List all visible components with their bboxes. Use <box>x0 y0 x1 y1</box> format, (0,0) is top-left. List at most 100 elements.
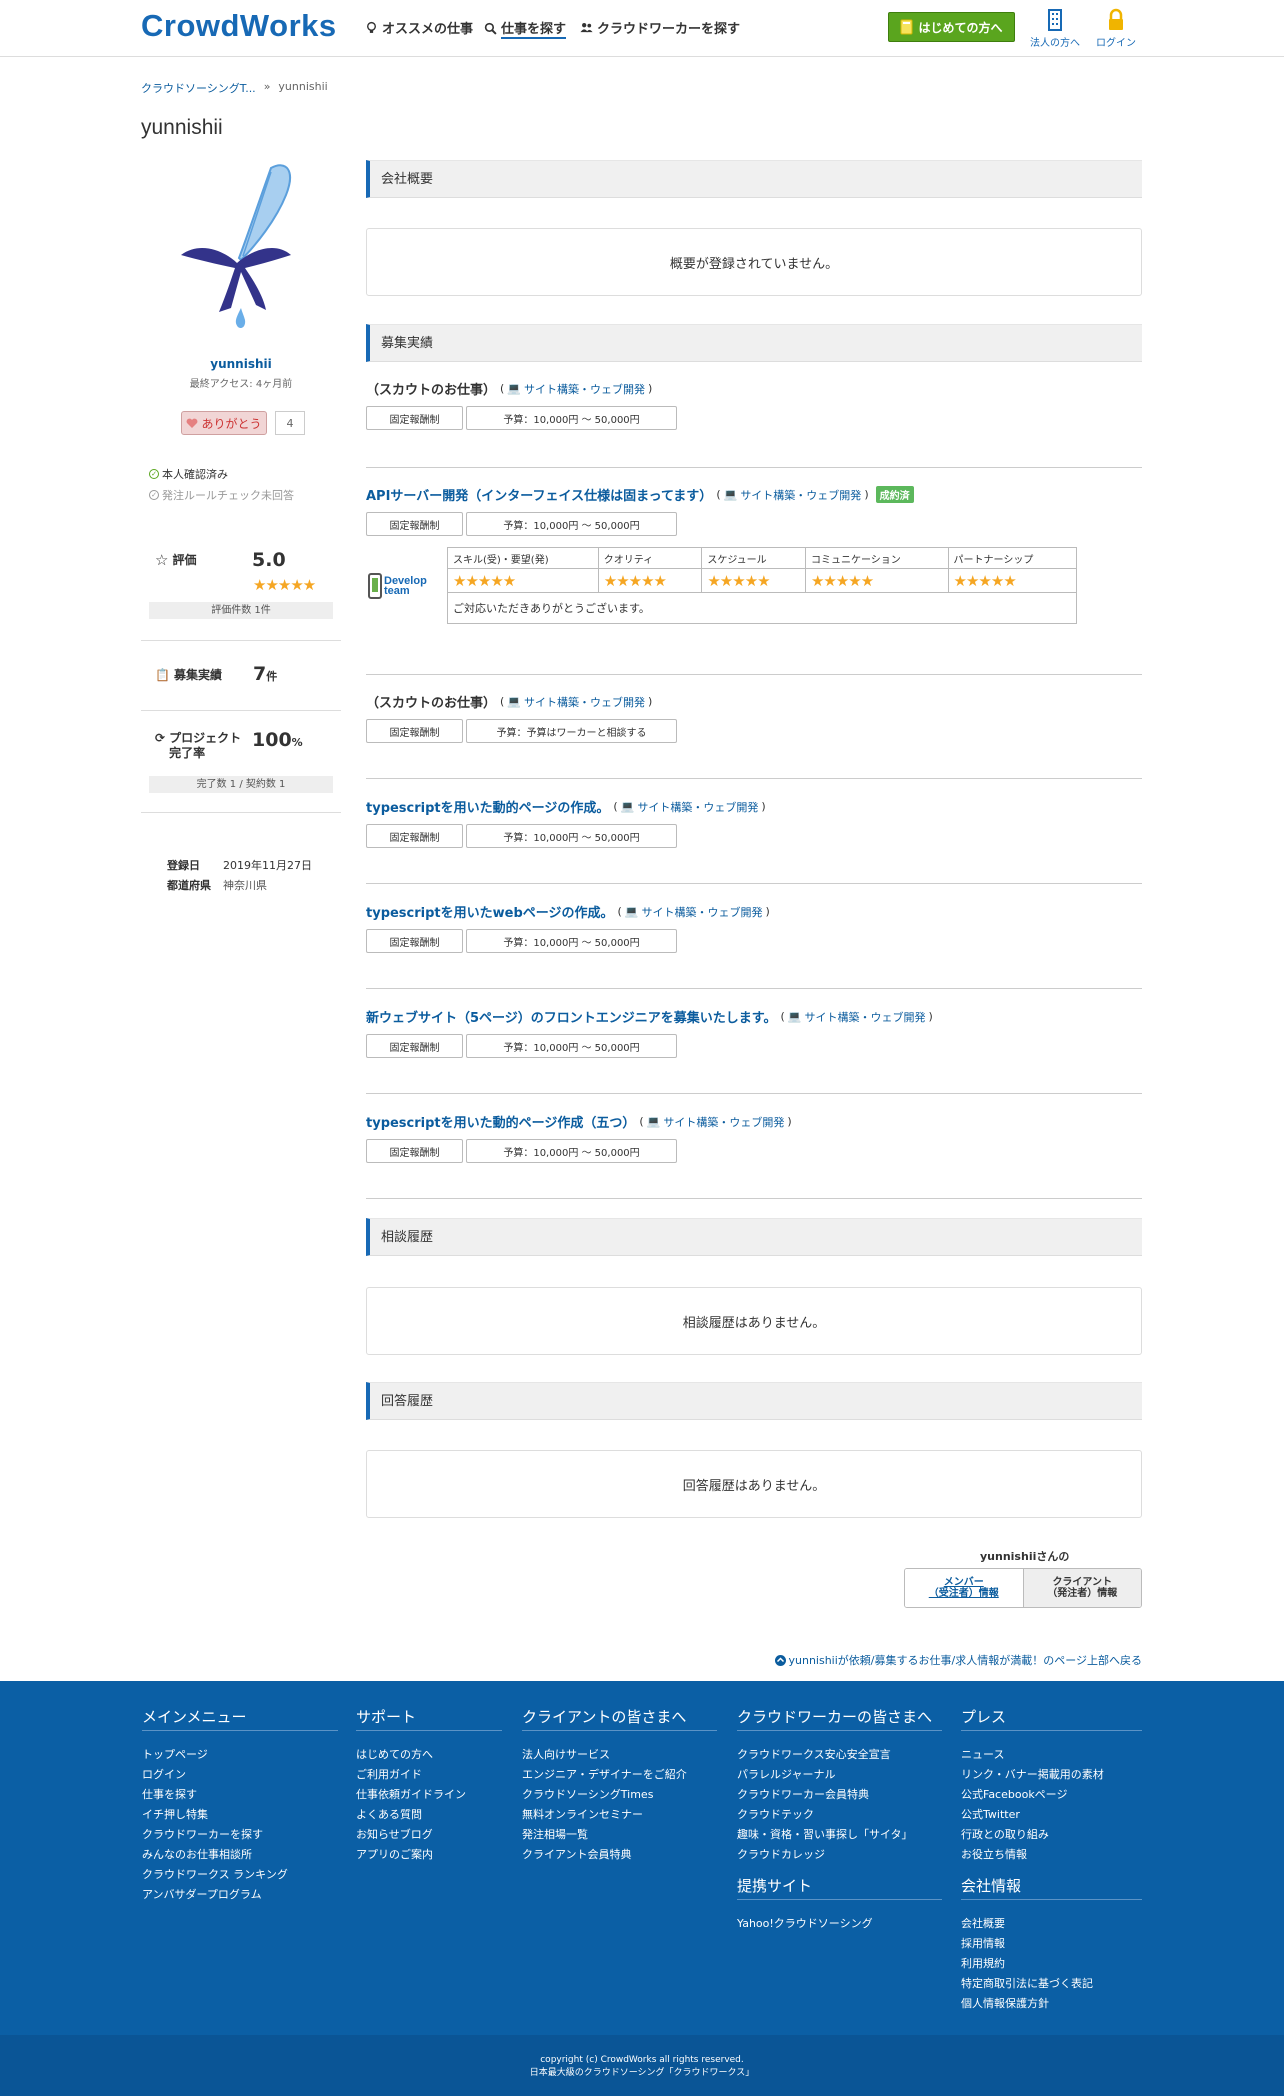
footer-link[interactable]: ニュース <box>961 1745 1142 1765</box>
footer-link[interactable]: 会社概要 <box>961 1914 1142 1934</box>
nav-recommended[interactable]: オススメの仕事 <box>365 18 473 37</box>
footer-link[interactable]: クラウドワークス ランキング <box>142 1865 338 1885</box>
footer-link[interactable]: 行政との取り組み <box>961 1825 1142 1845</box>
thanks-button[interactable]: ありがとう <box>181 411 267 435</box>
divider <box>366 674 1142 675</box>
job-category[interactable]: (💻 サイト構築・ウェブ開発) <box>500 381 652 397</box>
profile-name[interactable]: yunnishii <box>141 357 341 371</box>
job-item: typescriptを用いたwebページの作成。 (💻 サイト構築・ウェブ開発) … <box>366 902 1142 953</box>
section-consult-header: 相談履歴 <box>366 1218 1142 1256</box>
footer-link[interactable]: 仕事を探す <box>142 1785 338 1805</box>
rating-count: 評価件数 1件 <box>149 602 333 619</box>
divider <box>141 640 341 641</box>
nav-find-workers-label: クラウドワーカーを探す <box>597 22 741 37</box>
footer-heading: 提携サイト <box>737 1875 942 1900</box>
footer-link[interactable]: はじめての方へ <box>356 1745 502 1765</box>
job-category[interactable]: (💻 サイト構築・ウェブ開発) <box>716 487 868 503</box>
job-budget: 予算：予算はワーカーと相談する <box>466 719 677 743</box>
footer-bottom: copyright (c) CrowdWorks all rights rese… <box>0 2035 1284 2096</box>
job-category[interactable]: (💻 サイト構築・ウェブ開発) <box>500 694 652 710</box>
footer-link[interactable]: クラウドワークス安心安全宣言 <box>737 1745 942 1765</box>
tab-client-info[interactable]: クライアント （発注者）情報 <box>1023 1569 1141 1607</box>
job-title[interactable]: typescriptを用いたwebページの作成。 (💻 サイト構築・ウェブ開発) <box>366 902 1142 921</box>
nav-recommended-label: オススメの仕事 <box>382 22 474 37</box>
site-header: CrowdWorks オススメの仕事 仕事を探す クラウドワーカーを探す はじめ… <box>0 0 1284 57</box>
tab-member-info[interactable]: メンバー （受注者）情報 <box>905 1569 1024 1607</box>
job-tags: 固定報酬制 予算：10,000円 〜 50,000円 <box>366 406 1142 430</box>
job-type: 固定報酬制 <box>366 406 463 430</box>
footer-link[interactable]: みんなのお仕事相談所 <box>142 1845 338 1865</box>
review-header: スケジュール <box>701 547 806 569</box>
footer-link[interactable]: エンジニア・デザイナーをご紹介 <box>522 1765 717 1785</box>
thanks-count: 4 <box>275 411 305 435</box>
registered-date: 登録日 2019年11月27日 <box>167 857 312 873</box>
back-to-top-link[interactable]: yunnishiiが依頼/募集するお仕事/求人情報が満載！のページ上部へ戻る <box>774 1652 1142 1668</box>
job-budget: 予算：10,000円 〜 50,000円 <box>466 929 677 953</box>
rating-value: 5.0 <box>252 549 286 571</box>
lock-icon <box>1109 8 1123 30</box>
corporate-label: 法人の方へ <box>1030 38 1080 49</box>
footer-company: 会社情報 会社概要 採用情報 利用規約 特定商取引法に基づく表記 個人情報保護方… <box>961 1875 1142 2014</box>
divider <box>366 1093 1142 1094</box>
footer-link[interactable]: 趣味・資格・習い事探し「サイタ」 <box>737 1825 942 1845</box>
job-title[interactable]: APIサーバー開発（インターフェイス仕様は固まってます） (💻 サイト構築・ウェブ… <box>366 485 1142 504</box>
job-type: 固定報酬制 <box>366 1034 463 1058</box>
nav-find-workers[interactable]: クラウドワーカーを探す <box>580 18 740 37</box>
review-table: スキル(受)・要望(発) クオリティ スケジュール コミュニケーション パートナ… <box>447 547 1078 624</box>
footer-link[interactable]: クラウドワーカー会員特典 <box>737 1785 942 1805</box>
footer-link[interactable]: リンク・バナー掲載用の素材 <box>961 1765 1142 1785</box>
footer-link[interactable]: イチ押し特集 <box>142 1805 338 1825</box>
footer-link[interactable]: クラウドカレッジ <box>737 1845 942 1865</box>
divider <box>366 988 1142 989</box>
footer-link[interactable]: クライアント会員特典 <box>522 1845 717 1865</box>
prefecture-value: 神奈川県 <box>223 879 267 892</box>
footer-link[interactable]: アプリのご案内 <box>356 1845 502 1865</box>
footer-link[interactable]: お役立ち情報 <box>961 1845 1142 1865</box>
footer-link[interactable]: 法人向けサービス <box>522 1745 717 1765</box>
job-category[interactable]: (💻 サイト構築・ウェブ開発) <box>613 799 765 815</box>
footer-link[interactable]: 無料オンラインセミナー <box>522 1805 717 1825</box>
footer-link[interactable]: ご利用ガイド <box>356 1765 502 1785</box>
footer-link[interactable]: 特定商取引法に基づく表記 <box>961 1974 1142 1994</box>
breadcrumb: クラウドソーシングT... » yunnishii <box>141 80 328 96</box>
contracted-badge: 成約済 <box>875 486 914 503</box>
footer-link[interactable]: Yahoo!クラウドソーシング <box>737 1914 942 1934</box>
footer-link[interactable]: 個人情報保護方針 <box>961 1994 1142 2014</box>
job-review: Develop team スキル(受)・要望(発) クオリティ スケジュール コミ… <box>366 547 1142 643</box>
footer-link[interactable]: クラウドワーカーを探す <box>142 1825 338 1845</box>
footer-link[interactable]: 発注相場一覧 <box>522 1825 717 1845</box>
footer-link[interactable]: 公式Facebookページ <box>961 1785 1142 1805</box>
nav-find-jobs-label: 仕事を探す <box>501 18 567 39</box>
job-title[interactable]: 新ウェブサイト（5ページ）のフロントエンジニアを募集いたします。 (💻 サイト構築… <box>366 1007 1142 1026</box>
answer-empty: 回答履歴はありません。 <box>366 1450 1142 1518</box>
job-category[interactable]: (💻 サイト構築・ウェブ開発) <box>639 1114 791 1130</box>
footer-link[interactable]: ログイン <box>142 1765 338 1785</box>
laptop-icon: 💻 <box>646 1115 661 1128</box>
job-category[interactable]: (💻 サイト構築・ウェブ開発) <box>618 904 770 920</box>
footer-link[interactable]: 利用規約 <box>961 1954 1142 1974</box>
footer-link[interactable]: お知らせブログ <box>356 1825 502 1845</box>
job-title[interactable]: typescriptを用いた動的ページの作成。 (💻 サイト構築・ウェブ開発) <box>366 797 1142 816</box>
footer-link[interactable]: トップページ <box>142 1745 338 1765</box>
footer-link[interactable]: パラレルジャーナル <box>737 1765 942 1785</box>
footer-link[interactable]: よくある質問 <box>356 1805 502 1825</box>
job-category[interactable]: (💻 サイト構築・ウェブ開発) <box>781 1009 933 1025</box>
footer-link[interactable]: クラウドソーシングTimes <box>522 1785 717 1805</box>
footer-link[interactable]: 仕事依頼ガイドライン <box>356 1785 502 1805</box>
nav-find-jobs[interactable]: 仕事を探す <box>484 18 567 39</box>
job-title[interactable]: typescriptを用いた動的ページ作成（五つ） (💻 サイト構築・ウェブ開発) <box>366 1112 1142 1131</box>
footer-link[interactable]: クラウドテック <box>737 1805 942 1825</box>
start-guide-button[interactable]: はじめての方へ <box>888 12 1015 42</box>
avatar[interactable] <box>171 160 311 345</box>
crowdworks-logo[interactable]: CrowdWorks <box>141 8 337 44</box>
job-title: （スカウトのお仕事） (💻 サイト構築・ウェブ開発) <box>366 381 653 398</box>
login-link[interactable]: ログイン <box>1096 8 1136 49</box>
identity-verified-label: 本人確認済み <box>162 468 228 481</box>
footer-link[interactable]: 公式Twitter <box>961 1805 1142 1825</box>
prefecture: 都道府県 神奈川県 <box>167 877 267 893</box>
breadcrumb-root[interactable]: クラウドソーシングT... <box>141 80 256 96</box>
corporate-link[interactable]: 法人の方へ <box>1030 8 1080 49</box>
footer-link[interactable]: 採用情報 <box>961 1934 1142 1954</box>
footer-link[interactable]: アンバサダープログラム <box>142 1885 338 1905</box>
job-budget: 予算：10,000円 〜 50,000円 <box>466 1139 677 1163</box>
